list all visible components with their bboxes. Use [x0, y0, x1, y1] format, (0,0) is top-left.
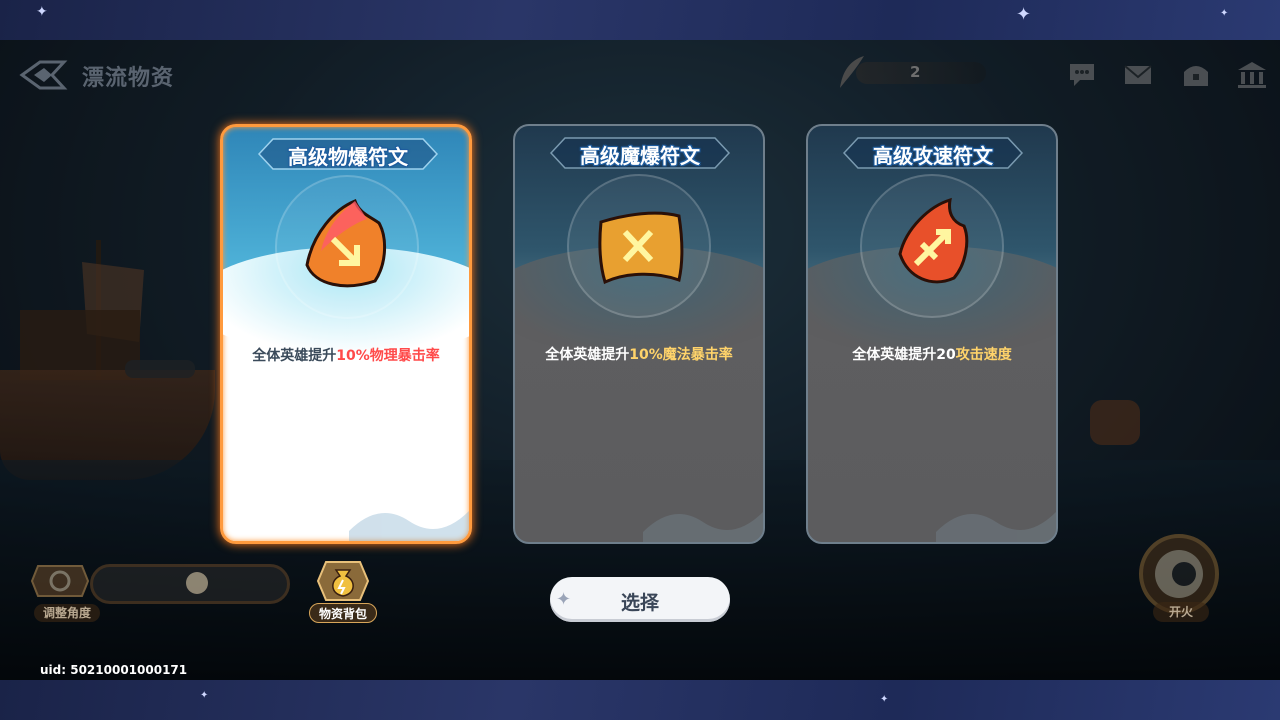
- card-description: 全体英雄提升20攻击速度: [808, 344, 1056, 364]
- select-button-label: 选择: [620, 592, 659, 614]
- star-icon: ✦: [1016, 4, 1032, 25]
- rune-card-phys-crit[interactable]: 高级物爆符文 全体英雄提升10%物理暴击率: [220, 124, 472, 544]
- mail-icon[interactable]: [1122, 60, 1154, 90]
- desc-prefix: 全体英雄提升: [252, 348, 337, 364]
- wave-decoration: [349, 511, 469, 541]
- rune-card-attack-speed[interactable]: 高级攻速符文 全体英雄提升20攻击速度: [806, 124, 1058, 544]
- card-title: 高级魔爆符文: [580, 144, 700, 168]
- bottom-starfield: ✦ ✦: [0, 680, 1280, 720]
- phys-crit-rune-icon: [305, 199, 386, 288]
- supply-bag-icon[interactable]: [316, 558, 370, 604]
- star-icon: ✦: [880, 694, 889, 705]
- angle-slider-knob[interactable]: [186, 572, 208, 594]
- user-id: uid: 50210001000171: [40, 663, 188, 677]
- bank-icon[interactable]: [1236, 60, 1268, 90]
- card-title-banner: 高级魔爆符文: [549, 136, 731, 170]
- desc-highlight: 攻击速度: [955, 347, 1012, 363]
- top-starfield: ✦ ✦ ✦: [0, 0, 1280, 40]
- counter-value: 2: [910, 63, 921, 81]
- wave-decoration: [643, 512, 763, 542]
- magic-crit-rune-icon: [598, 211, 684, 285]
- select-button[interactable]: ✦ 选择: [550, 577, 730, 622]
- desc-prefix: 全体英雄提升: [545, 347, 630, 363]
- star-icon: ✦: [36, 4, 48, 20]
- angle-label: 调整角度: [34, 604, 100, 622]
- card-title: 高级物爆符文: [288, 145, 408, 169]
- page-title: 漂流物资: [82, 66, 175, 91]
- card-title-banner: 高级物爆符文: [257, 137, 439, 171]
- card-description: 全体英雄提升10%魔法暴击率: [515, 344, 763, 364]
- chest-icon[interactable]: [1180, 60, 1212, 90]
- desc-highlight: 10%物理暴击率: [336, 348, 440, 364]
- supply-bag-label[interactable]: 物资背包: [309, 603, 377, 623]
- desc-prefix: 全体英雄提升20: [852, 347, 956, 363]
- rune-card-magic-crit[interactable]: 高级魔爆符文 全体英雄提升10%魔法暴击率: [513, 124, 765, 544]
- attack-speed-rune-icon: [898, 197, 969, 284]
- fire-label: 开火: [1153, 602, 1209, 622]
- back-icon[interactable]: [18, 58, 68, 92]
- card-title: 高级攻速符文: [873, 144, 993, 168]
- chat-icon[interactable]: [1066, 60, 1098, 90]
- rotate-icon[interactable]: [30, 556, 90, 606]
- counter-bar: [856, 62, 986, 84]
- wave-decoration: [936, 512, 1056, 542]
- card-title-banner: 高级攻速符文: [842, 136, 1024, 170]
- star-icon: ✦: [200, 690, 209, 701]
- desc-highlight: 10%魔法暴击率: [629, 347, 733, 363]
- star-icon: ✦: [1220, 8, 1229, 19]
- card-description: 全体英雄提升10%物理暴击率: [223, 345, 469, 365]
